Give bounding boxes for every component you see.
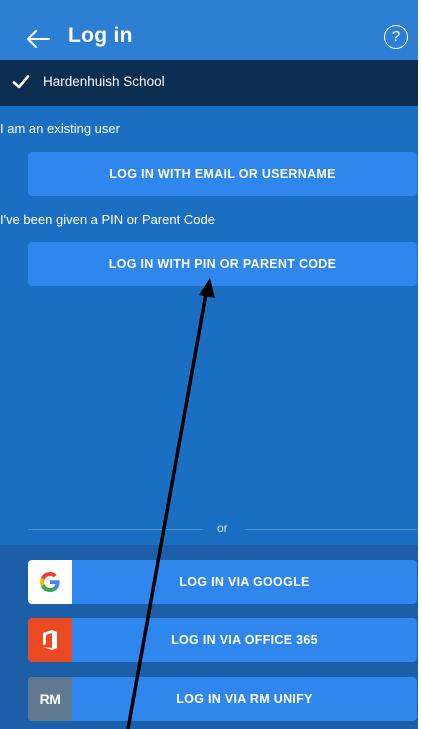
divider-or: or — [217, 521, 228, 535]
office365-button-label: LOG IN VIA OFFICE 365 — [171, 633, 318, 647]
office-365-icon — [28, 618, 72, 662]
question-circle-icon: ? — [391, 28, 401, 45]
back-button[interactable] — [24, 27, 52, 51]
selected-school-bar[interactable]: Hardenhuish School — [0, 60, 418, 106]
divider-line-right — [245, 529, 417, 530]
rm-unify-button-label: LOG IN VIA RM UNIFY — [176, 692, 313, 706]
rm-unify-icon: RM — [28, 677, 72, 721]
login-email-username-button[interactable]: LOG IN WITH EMAIL OR USERNAME — [28, 152, 417, 196]
divider-line-left — [28, 529, 203, 530]
help-button[interactable]: ? — [384, 25, 408, 49]
login-google-button[interactable]: LOG IN VIA GOOGLE — [28, 560, 417, 604]
login-screen: Log in ? Hardenhuish School I am an exis… — [0, 0, 418, 729]
login-office365-button[interactable]: LOG IN VIA OFFICE 365 — [28, 618, 417, 662]
page-title: Log in — [68, 24, 133, 47]
arrow-left-icon — [27, 30, 50, 48]
login-pin-parent-code-button[interactable]: LOG IN WITH PIN OR PARENT CODE — [28, 242, 417, 286]
sso-section: LOG IN VIA GOOGLE LOG IN VIA OFFICE 365 … — [0, 545, 418, 729]
check-icon — [12, 74, 30, 90]
login-rm-unify-button[interactable]: RM LOG IN VIA RM UNIFY — [28, 677, 417, 721]
existing-user-label: I am an existing user — [0, 121, 120, 136]
google-icon — [28, 560, 72, 604]
google-button-label: LOG IN VIA GOOGLE — [179, 575, 310, 589]
school-name: Hardenhuish School — [43, 74, 165, 89]
pin-label: I've been given a PIN or Parent Code — [0, 212, 215, 227]
